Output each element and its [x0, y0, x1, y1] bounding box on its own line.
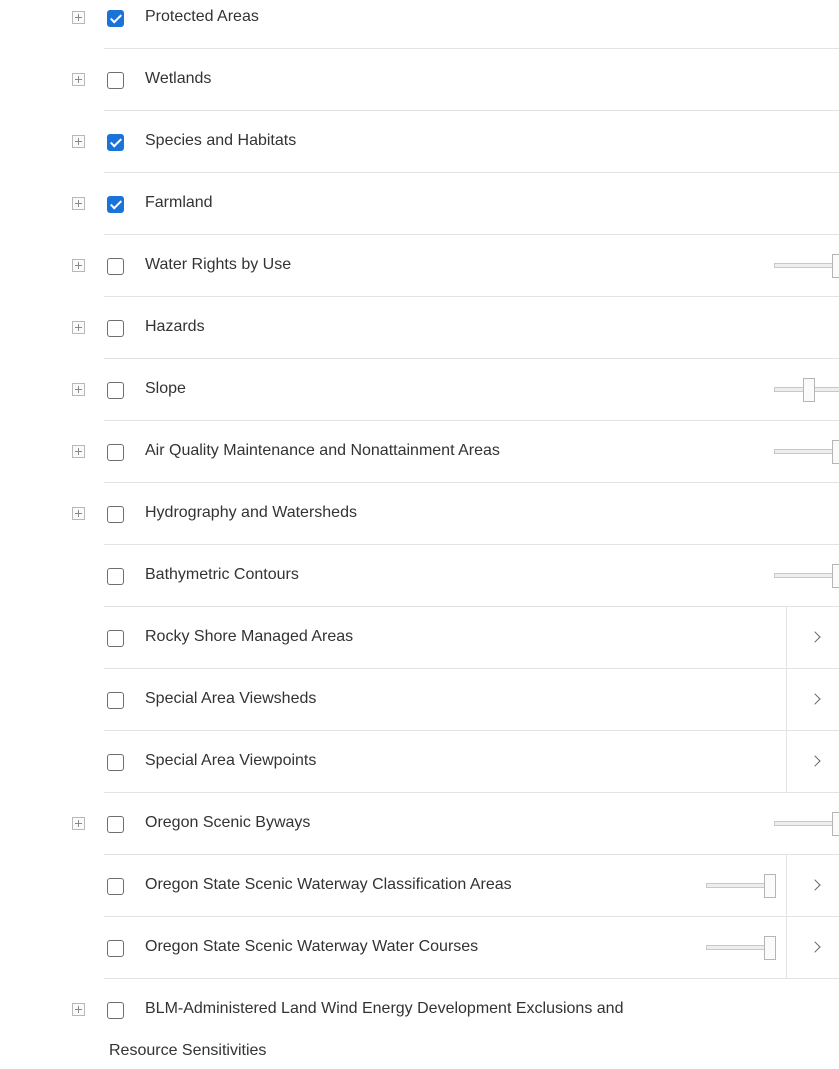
layer-label: BLM-Administered Land Wind Energy Develo…: [145, 1000, 624, 1017]
layer-label: Hazards: [145, 318, 205, 335]
chevron-right-icon: [809, 879, 821, 891]
layer-checkbox[interactable]: [107, 568, 124, 585]
slider-thumb[interactable]: [832, 254, 839, 278]
opacity-slider[interactable]: [774, 812, 839, 836]
layer-label: Species and Habitats: [145, 132, 297, 149]
layer-row-wetlands: Wetlands: [0, 49, 839, 111]
plus-square-icon[interactable]: [72, 321, 85, 334]
layer-label: Protected Areas: [145, 8, 259, 25]
slider-thumb[interactable]: [832, 564, 839, 588]
layer-checkbox[interactable]: [107, 382, 124, 399]
layer-checkbox[interactable]: [107, 754, 124, 771]
layer-row-rocky-shore-managed-areas: Rocky Shore Managed Areas: [0, 607, 839, 669]
layer-row-special-area-viewpoints: Special Area Viewpoints: [0, 731, 839, 793]
opacity-slider[interactable]: [774, 254, 839, 278]
layer-label: Oregon State Scenic Waterway Classificat…: [145, 876, 512, 893]
plus-square-icon[interactable]: [72, 507, 85, 520]
plus-square-icon[interactable]: [72, 259, 85, 272]
chevron-right-icon: [809, 631, 821, 643]
slider-thumb[interactable]: [764, 874, 776, 898]
opacity-slider[interactable]: [706, 874, 776, 898]
plus-square-icon[interactable]: [72, 817, 85, 830]
layer-details-button[interactable]: [786, 669, 839, 730]
layer-label: Rocky Shore Managed Areas: [145, 628, 354, 645]
layer-row-oregon-scenic-byways: Oregon Scenic Byways: [0, 793, 839, 855]
layer-details-button[interactable]: [786, 855, 839, 916]
layer-label: Special Area Viewsheds: [145, 690, 317, 707]
layer-label: Air Quality Maintenance and Nonattainmen…: [145, 442, 500, 459]
slider-thumb[interactable]: [764, 936, 776, 960]
layer-details-button[interactable]: [786, 607, 839, 668]
plus-square-icon[interactable]: [72, 1003, 85, 1016]
layer-label: Slope: [145, 380, 186, 397]
plus-square-icon[interactable]: [72, 11, 85, 24]
opacity-slider[interactable]: [706, 936, 776, 960]
layer-row-slope: Slope: [0, 359, 839, 421]
layer-checkbox[interactable]: [107, 692, 124, 709]
layer-checkbox[interactable]: [107, 1002, 124, 1019]
layer-checkbox[interactable]: [107, 258, 124, 275]
layer-checkbox[interactable]: [107, 878, 124, 895]
layer-label: Hydrography and Watersheds: [145, 504, 357, 521]
layer-checkbox[interactable]: [107, 10, 124, 27]
chevron-right-icon: [809, 693, 821, 705]
slider-track: [774, 449, 839, 454]
layer-label: Farmland: [145, 194, 213, 211]
layer-checkbox[interactable]: [107, 196, 124, 213]
layer-checkbox[interactable]: [107, 506, 124, 523]
layer-row-species-and-habitats: Species and Habitats: [0, 111, 839, 173]
layer-row-farmland: Farmland: [0, 173, 839, 235]
layer-row-special-area-viewsheds: Special Area Viewsheds: [0, 669, 839, 731]
layer-row-oregon-state-scenic-waterway-water-courses: Oregon State Scenic Waterway Water Cours…: [0, 917, 839, 979]
slider-track: [774, 573, 839, 578]
plus-square-icon[interactable]: [72, 197, 85, 210]
layer-label: Special Area Viewpoints: [145, 752, 317, 769]
layer-checkbox[interactable]: [107, 134, 124, 151]
layer-checkbox[interactable]: [107, 72, 124, 89]
layer-label: Water Rights by Use: [145, 256, 292, 273]
slider-thumb[interactable]: [832, 812, 839, 836]
opacity-slider[interactable]: [774, 564, 839, 588]
opacity-slider[interactable]: [774, 378, 839, 402]
layer-row-water-rights-by-use: Water Rights by Use: [0, 235, 839, 297]
layer-checkbox[interactable]: [107, 940, 124, 957]
plus-square-icon[interactable]: [72, 445, 85, 458]
plus-square-icon[interactable]: [72, 135, 85, 148]
plus-square-icon[interactable]: [72, 73, 85, 86]
layer-label-continued: Resource Sensitivities: [109, 1042, 267, 1059]
layer-row-hydrography-and-watersheds: Hydrography and Watersheds: [0, 483, 839, 545]
layer-row-blm-wind-energy: BLM-Administered Land Wind Energy Develo…: [0, 979, 839, 1069]
plus-square-icon[interactable]: [72, 383, 85, 396]
layer-label: Oregon State Scenic Waterway Water Cours…: [145, 938, 479, 955]
layer-row-hazards: Hazards: [0, 297, 839, 359]
layer-checkbox[interactable]: [107, 630, 124, 647]
opacity-slider[interactable]: [774, 440, 839, 464]
layer-label: Oregon Scenic Byways: [145, 814, 311, 831]
layer-checkbox[interactable]: [107, 816, 124, 833]
chevron-right-icon: [809, 755, 821, 767]
layer-row-air-quality-maintenance-and-nonattainment-areas: Air Quality Maintenance and Nonattainmen…: [0, 421, 839, 483]
slider-thumb[interactable]: [832, 440, 839, 464]
chevron-right-icon: [809, 941, 821, 953]
layer-row-bathymetric-contours: Bathymetric Contours: [0, 545, 839, 607]
layer-row-protected-areas: Protected Areas: [0, 0, 839, 49]
slider-thumb[interactable]: [803, 378, 815, 402]
layer-details-button[interactable]: [786, 917, 839, 978]
layer-row-oregon-state-scenic-waterway-classification-areas: Oregon State Scenic Waterway Classificat…: [0, 855, 839, 917]
slider-track: [774, 263, 839, 268]
layer-label: Wetlands: [145, 70, 212, 87]
layer-label: Bathymetric Contours: [145, 566, 299, 583]
layer-checkbox[interactable]: [107, 320, 124, 337]
layer-details-button[interactable]: [786, 731, 839, 792]
layer-checkbox[interactable]: [107, 444, 124, 461]
slider-track: [774, 821, 839, 826]
